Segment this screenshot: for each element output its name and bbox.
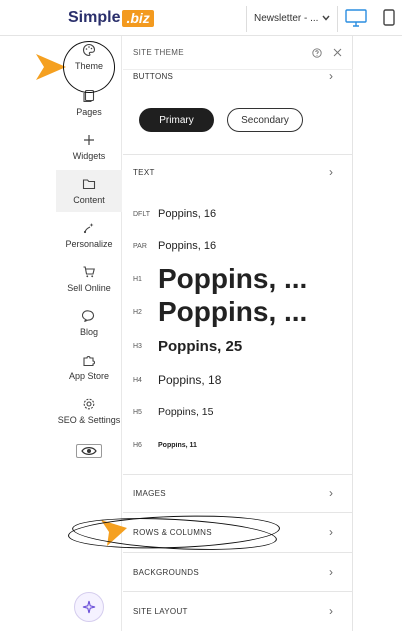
top-bar: Simple .biz Newsletter - ... — [0, 0, 402, 36]
text-style-h3[interactable]: H3 Poppins, 25 — [133, 336, 343, 356]
page-selector-value: Newsletter - ... — [254, 12, 319, 24]
annotation-arrow-icon — [36, 54, 66, 80]
text-style-h2[interactable]: H2 Poppins, ... — [133, 295, 343, 329]
section-label: IMAGES — [133, 488, 166, 498]
chevron-right-icon: › — [329, 165, 333, 179]
sidebar-item-label: SEO & Settings — [57, 415, 121, 425]
sidebar-item-label: Blog — [79, 327, 98, 337]
page-selector-dropdown[interactable]: Newsletter - ... — [250, 6, 334, 30]
text-style-h5[interactable]: H5 Poppins, 15 — [133, 404, 343, 420]
preview-button[interactable] — [76, 444, 102, 458]
sidebar-item-label: Personalize — [65, 239, 113, 249]
text-style-h4[interactable]: H4 Poppins, 18 — [133, 371, 343, 389]
text-style-sample: Poppins, 16 — [158, 208, 217, 220]
text-style-tag: H1 — [133, 275, 142, 283]
section-images[interactable]: IMAGES › — [123, 474, 353, 512]
text-style-tag: H5 — [133, 408, 142, 416]
mobile-view-button[interactable] — [381, 8, 397, 28]
close-icon[interactable] — [331, 47, 343, 59]
chevron-right-icon: › — [329, 525, 333, 539]
topbar-divider — [337, 6, 338, 32]
text-style-sample: Poppins, ... — [158, 263, 308, 294]
sidebar-item-sell-online[interactable]: Sell Online — [56, 264, 122, 304]
eye-icon — [81, 447, 97, 455]
sidebar-item-pages[interactable]: Pages — [56, 88, 122, 128]
sidebar-item-content[interactable]: Content — [56, 170, 122, 212]
help-icon[interactable] — [311, 47, 323, 59]
text-style-sample: Poppins, 18 — [158, 373, 222, 387]
text-style-tag: H4 — [133, 376, 142, 384]
text-style-tag: PAR — [133, 242, 147, 250]
cart-icon — [81, 264, 97, 280]
chevron-down-icon — [322, 15, 330, 21]
chat-bubble-icon — [81, 308, 97, 324]
sidebar-item-personalize[interactable]: Personalize — [56, 220, 122, 260]
annotation-arrow-icon — [101, 520, 127, 546]
section-rows-columns[interactable]: ROWS & COLUMNS › — [123, 513, 353, 551]
text-style-dflt[interactable]: DFLT Poppins, 16 — [133, 206, 343, 222]
sidebar-item-blog[interactable]: Blog — [56, 308, 122, 348]
text-style-sample: Poppins, 15 — [158, 406, 214, 418]
sidebar-item-label: Pages — [76, 107, 102, 117]
logo-text: Simple — [68, 9, 121, 26]
simplebiz-logo[interactable]: Simple .biz — [68, 9, 154, 27]
section-label: BUTTONS — [133, 71, 174, 81]
personalize-icon — [81, 220, 97, 236]
ai-assistant-button[interactable] — [74, 592, 104, 622]
topbar-divider — [246, 6, 247, 32]
section-label: TEXT — [133, 167, 155, 177]
text-style-sample: Poppins, ... — [158, 296, 308, 327]
sidebar-item-label: Theme — [74, 61, 103, 71]
sidebar-item-label: App Store — [68, 371, 110, 381]
chevron-right-icon: › — [329, 486, 333, 500]
panel-title: SITE THEME — [133, 48, 184, 57]
section-backgrounds[interactable]: BACKGROUNDS › — [123, 553, 353, 591]
section-label: BACKGROUNDS — [133, 567, 199, 577]
section-buttons[interactable]: BUTTONS › — [123, 58, 353, 94]
sidebar-item-app-store[interactable]: App Store — [56, 352, 122, 392]
sidebar-item-seo-settings[interactable]: SEO & Settings — [56, 396, 122, 436]
text-style-tag: H3 — [133, 342, 142, 350]
chevron-right-icon: › — [329, 565, 333, 579]
puzzle-icon — [81, 352, 97, 368]
gear-icon — [81, 396, 97, 412]
text-style-par[interactable]: PAR Poppins, 16 — [133, 238, 343, 254]
site-theme-panel: SITE THEME BUTTONS › Primary Secondary T… — [123, 36, 353, 631]
sidebar-item-widgets[interactable]: Widgets — [56, 132, 122, 172]
text-style-tag: DFLT — [133, 210, 150, 218]
secondary-button-sample[interactable]: Secondary — [227, 108, 303, 132]
chevron-right-icon: › — [329, 604, 333, 618]
text-style-tag: H6 — [133, 441, 142, 449]
folder-icon — [81, 176, 97, 192]
pages-icon — [81, 88, 97, 104]
editor-screen: Simple .biz Newsletter - ... Theme Pages… — [0, 0, 402, 631]
section-text[interactable]: TEXT › — [123, 154, 353, 190]
sidebar-item-label: Content — [73, 195, 105, 205]
text-style-tag: H2 — [133, 308, 142, 316]
desktop-view-button[interactable] — [344, 8, 368, 28]
section-label: ROWS & COLUMNS — [133, 527, 212, 537]
phone-icon — [383, 9, 395, 26]
monitor-icon — [345, 9, 367, 27]
text-style-h6[interactable]: H6 Poppins, 11 — [133, 438, 343, 452]
palette-icon — [81, 42, 97, 58]
sidebar-item-label: Widgets — [72, 151, 106, 161]
logo-badge: .biz — [122, 9, 154, 27]
sparkle-icon — [82, 600, 96, 614]
text-style-h1[interactable]: H1 Poppins, ... — [133, 262, 343, 296]
sidebar-item-label: Sell Online — [67, 283, 111, 293]
chevron-right-icon: › — [329, 69, 333, 83]
section-site-layout[interactable]: SITE LAYOUT › — [123, 592, 353, 630]
plus-icon — [81, 132, 97, 148]
text-style-sample: Poppins, 25 — [158, 337, 243, 355]
text-style-sample: Poppins, 16 — [158, 240, 217, 252]
section-label: SITE LAYOUT — [133, 606, 188, 616]
text-style-sample: Poppins, 11 — [158, 441, 197, 449]
primary-button-sample[interactable]: Primary — [139, 108, 214, 132]
